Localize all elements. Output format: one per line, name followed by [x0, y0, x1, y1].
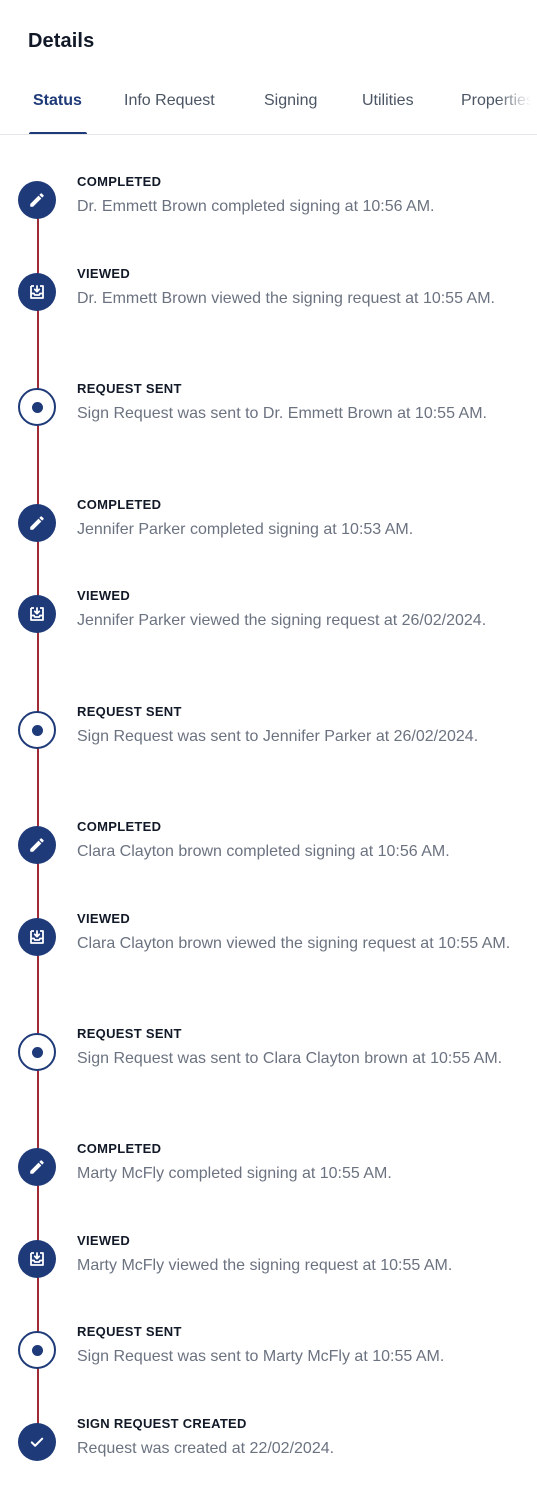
tab-utilities[interactable]: Utilities	[362, 78, 414, 134]
event-description: Marty McFly completed signing at 10:55 A…	[77, 1165, 392, 1182]
inbox-download-icon	[18, 1240, 56, 1278]
dot-icon	[18, 711, 56, 749]
event-description: Jennifer Parker completed signing at 10:…	[77, 521, 414, 538]
event-title: COMPLETED	[77, 497, 162, 512]
dot-icon	[18, 1033, 56, 1071]
inbox-download-icon	[18, 595, 56, 633]
inbox-download-icon	[18, 273, 56, 311]
pencil-icon	[18, 1148, 56, 1186]
pencil-icon	[18, 181, 56, 219]
tab-info-request[interactable]: Info Request	[124, 78, 215, 134]
event-description: Sign Request was sent to Clara Clayton b…	[77, 1050, 503, 1067]
event-title: COMPLETED	[77, 819, 162, 834]
panel-title: Details	[28, 30, 95, 52]
event-title: REQUEST SENT	[77, 704, 182, 719]
event-title: COMPLETED	[77, 1141, 162, 1156]
event-description: Clara Clayton brown completed signing at…	[77, 843, 450, 860]
event-description: Sign Request was sent to Dr. Emmett Brow…	[77, 405, 487, 422]
tab-overflow-fade	[497, 78, 537, 134]
pencil-icon	[18, 504, 56, 542]
event-title: VIEWED	[77, 1233, 131, 1248]
event-description: Sign Request was sent to Jennifer Parker…	[77, 728, 479, 745]
event-title: SIGN REQUEST CREATED	[77, 1416, 247, 1431]
dot-icon	[18, 1331, 56, 1369]
event-title: VIEWED	[77, 588, 131, 603]
event-description: Clara Clayton brown viewed the signing r…	[77, 935, 511, 952]
tab-bar: Status Info Request Signing Utilities Pr…	[0, 78, 537, 135]
tab-signing[interactable]: Signing	[264, 78, 317, 134]
event-description: Request was created at 22/02/2024.	[77, 1440, 335, 1457]
event-description: Jennifer Parker viewed the signing reque…	[77, 612, 487, 629]
tab-status[interactable]: Status	[29, 78, 87, 134]
event-description: Dr. Emmett Brown viewed the signing requ…	[77, 290, 495, 307]
event-description: Marty McFly viewed the signing request a…	[77, 1257, 453, 1274]
event-title: REQUEST SENT	[77, 381, 182, 396]
event-description: Dr. Emmett Brown completed signing at 10…	[77, 198, 435, 215]
pencil-icon	[18, 826, 56, 864]
dot-icon	[18, 388, 56, 426]
event-title: COMPLETED	[77, 174, 162, 189]
check-icon	[18, 1423, 56, 1461]
event-title: VIEWED	[77, 911, 131, 926]
inbox-download-icon	[18, 918, 56, 956]
event-title: REQUEST SENT	[77, 1324, 182, 1339]
event-description: Sign Request was sent to Marty McFly at …	[77, 1348, 445, 1365]
event-title: VIEWED	[77, 266, 131, 281]
event-title: REQUEST SENT	[77, 1026, 182, 1041]
